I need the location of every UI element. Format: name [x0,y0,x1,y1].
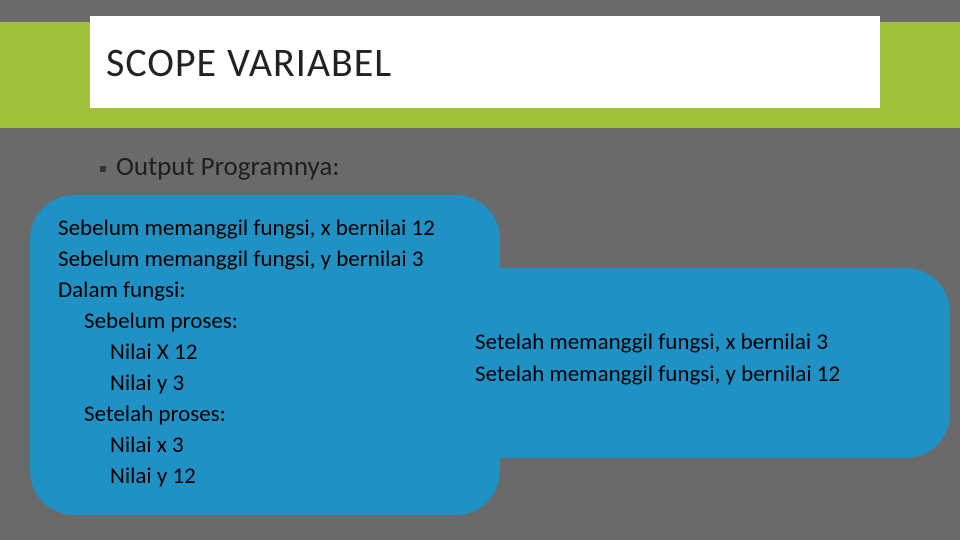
output-line: Nilai y 12 [58,461,484,492]
subtitle-row: Output Programnya: [100,150,340,183]
output-line: Sebelum memanggil fungsi, x bernilai 12 [58,213,484,244]
title-block: SCOPE VARIABEL [90,16,880,108]
output-line: Setelah memanggil fungsi, x bernilai 3 [475,326,932,358]
output-line: Sebelum memanggil fungsi, y bernilai 3 [58,244,484,275]
output-box-right: Setelah memanggil fungsi, x bernilai 3 S… [405,268,950,458]
bullet-icon [100,166,106,172]
slide: SCOPE VARIABEL Output Programnya: Sebelu… [0,0,960,540]
subtitle-text: Output Programnya: [116,150,340,183]
slide-title: SCOPE VARIABEL [106,38,392,87]
output-line: Setelah memanggil fungsi, y bernilai 12 [475,358,932,390]
